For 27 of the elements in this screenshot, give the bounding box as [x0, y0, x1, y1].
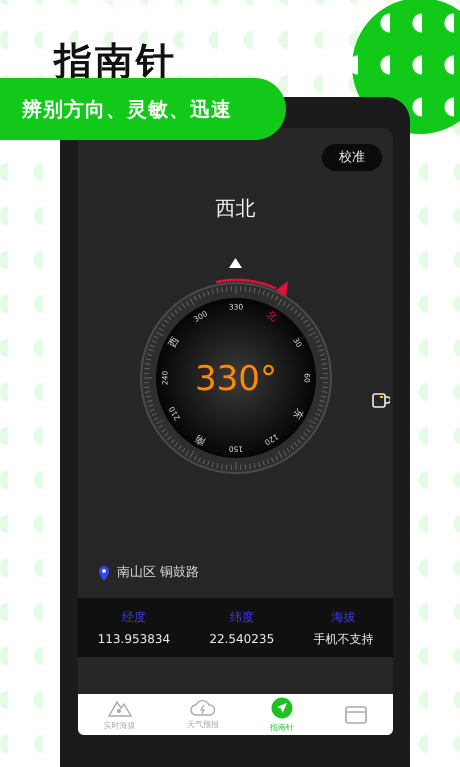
navigation-icon [271, 696, 294, 718]
info-label: 海拔 [331, 608, 356, 626]
info-label: 经度 [122, 608, 146, 626]
tagline-banner: 辨别方向、灵敏、迅速 [0, 78, 286, 140]
info-label: 纬度 [230, 608, 254, 626]
location-pin-icon [99, 566, 109, 580]
tab-item[interactable]: 指南针 [244, 694, 320, 735]
cup-icon[interactable] [372, 393, 390, 408]
info-value: 手机不支持 [313, 630, 374, 648]
location-text: 南山区 铜鼓路 [117, 564, 200, 582]
heading-reading: 330° [194, 359, 276, 399]
dial-label: 南 [192, 432, 208, 447]
dial-label: 东 [290, 406, 304, 421]
cloud-icon [190, 699, 216, 716]
info-value: 22.540235 [209, 630, 274, 648]
dial-label: 北 [264, 309, 278, 324]
north-marker-icon [276, 281, 288, 297]
tab-item[interactable]: 实时海拔 [78, 694, 162, 735]
tablet-icon [345, 706, 368, 724]
pointer-icon [229, 258, 242, 268]
mountain-icon [108, 698, 132, 716]
dial-label: 西 [166, 335, 182, 350]
info-value: 113.953834 [98, 630, 170, 648]
heading-arc [215, 278, 276, 290]
direction-label: 西北 [216, 196, 256, 220]
tab-item[interactable]: 天气预报 [161, 694, 244, 735]
calibrate-button[interactable]: 校准 [322, 144, 382, 171]
